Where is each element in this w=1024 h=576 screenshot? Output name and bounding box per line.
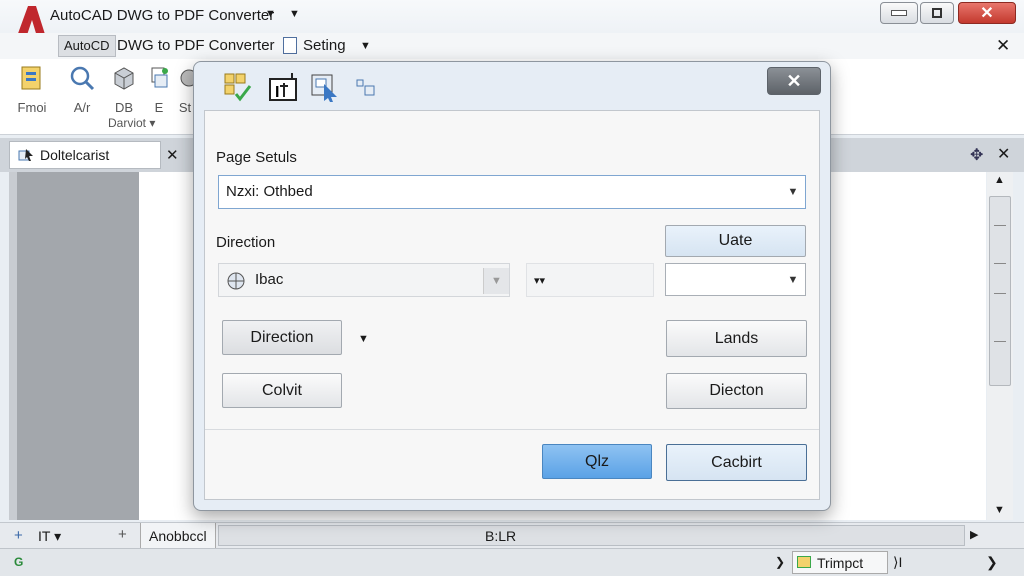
dialog-close-button[interactable]: ✕ — [767, 67, 821, 95]
document-close-icon[interactable]: ✕ — [166, 146, 179, 164]
layout-left-label[interactable]: IT ▾ — [38, 528, 61, 545]
secondary-combo[interactable]: ▾▾ — [526, 263, 654, 297]
ribbon-db-button[interactable]: DB — [106, 65, 142, 115]
scroll-right-icon[interactable]: ▶ — [970, 528, 978, 541]
dialog-body: Page Setuls Nzxi: Othbed ▼ Direction Uat… — [204, 110, 820, 500]
small-layout-icon[interactable] — [354, 70, 378, 104]
grip-line — [994, 263, 1006, 264]
minimize-button[interactable] — [880, 2, 918, 24]
ribbon-drawing-label: E — [154, 100, 164, 115]
chevron-down-icon: ▼ — [483, 268, 509, 294]
secondary-combo-value: ▾▾ — [534, 275, 546, 287]
direction-dropdown-icon[interactable]: ▼ — [358, 333, 369, 345]
add-sheet-icon[interactable]: + — [118, 526, 127, 543]
page-setup-dialog: I ✕ Page Setuls Nzxi: Othbed ▼ Direction… — [193, 61, 831, 511]
ribbon-search-button[interactable]: A/r — [64, 65, 100, 115]
uate-button[interactable]: Uate — [665, 225, 806, 257]
vertical-scrollbar[interactable]: ▲ ▼ — [987, 172, 1013, 520]
maximize-icon — [932, 8, 942, 18]
page-setup-value: Nzxi: Othbed — [226, 183, 313, 200]
cancel-button[interactable]: Cacbirt — [666, 444, 807, 481]
tab-setting-dropdown-icon[interactable]: ▼ — [360, 40, 371, 52]
ribbon-settings-label: St — [178, 100, 192, 115]
status-prev-icon[interactable]: ❯ — [775, 555, 785, 569]
scroll-up-icon[interactable]: ▲ — [994, 174, 1005, 186]
left-panel-edge — [9, 172, 17, 520]
layout-tool-icon[interactable] — [222, 70, 256, 104]
diecton-button[interactable]: Diecton — [666, 373, 807, 409]
status-item-label: Trimpct — [817, 555, 864, 571]
horizontal-scroll-label: B:LR — [485, 528, 517, 544]
status-next-icon[interactable]: ❯ — [986, 554, 998, 571]
quick-access-dropdown-icon[interactable]: ▼ — [265, 8, 276, 20]
add-layout-icon[interactable]: + — [14, 527, 23, 544]
text-frame-icon[interactable]: I — [266, 70, 300, 104]
grip-line — [994, 225, 1006, 226]
status-nav[interactable]: ⟩I — [893, 554, 902, 571]
ribbon-settings-button[interactable]: St — [176, 65, 194, 115]
ribbon-db-label: DB — [114, 100, 134, 115]
chevron-down-icon: ▼ — [787, 186, 799, 198]
ribbon-group-label[interactable]: Darviot ▾ — [108, 116, 155, 130]
status-left-label: G — [14, 555, 24, 569]
layout-bar: + IT ▾ + Anobbccl B:LR ▶ — [0, 522, 1024, 548]
svg-text:I: I — [275, 84, 279, 101]
import-icon — [21, 66, 41, 90]
pin-icon[interactable]: ✥ — [970, 145, 983, 165]
dialog-divider — [205, 429, 819, 430]
scroll-down-icon[interactable]: ▼ — [994, 504, 1005, 516]
page-setup-label: Page Setuls — [216, 149, 297, 166]
page-setup-combo[interactable]: Nzxi: Othbed ▼ — [218, 175, 806, 209]
layout-left-text: IT — [38, 528, 51, 544]
close-button[interactable]: ✕ — [958, 2, 1016, 24]
tab-converter[interactable]: DWG to PDF Converter — [117, 37, 275, 54]
document-tab[interactable]: Doltelcarist — [9, 141, 161, 169]
panel-close-icon[interactable]: ✕ — [997, 144, 1010, 164]
select-tool-icon[interactable] — [308, 70, 342, 104]
maximize-button[interactable] — [920, 2, 954, 24]
ribbon-import-label: Fmoi — [17, 100, 47, 115]
document-cursor-icon — [18, 149, 33, 161]
panel-tab-label: Anobbccl — [149, 528, 207, 544]
scroll-thumb[interactable] — [989, 196, 1011, 386]
page-setting-icon — [283, 37, 297, 54]
grip-line — [994, 341, 1006, 342]
close-tab-icon[interactable]: ✕ — [996, 36, 1010, 56]
horizontal-scrollbar[interactable]: B:LR — [218, 525, 965, 546]
lands-button[interactable]: Lands — [666, 320, 807, 357]
close-icon: ✕ — [786, 70, 802, 91]
close-icon: ✕ — [980, 5, 994, 22]
chevron-down-icon: ▼ — [787, 273, 799, 286]
orientation-combo[interactable]: Ibac ▼ — [218, 263, 510, 297]
status-item-icon — [797, 556, 811, 568]
ribbon-tab-row: AutoCD DWG to PDF Converter Seting ▼ ✕ — [0, 33, 1024, 59]
customize-dropdown-icon[interactable]: ▼ — [289, 8, 300, 20]
size-combo[interactable]: ▼ — [665, 263, 806, 296]
status-bar: G ❯ Trimpct ⟩I ❯ — [0, 548, 1024, 576]
orientation-value: Ibac — [255, 271, 284, 288]
direction-button[interactable]: Direction — [222, 320, 342, 355]
minimize-icon — [891, 10, 907, 16]
cube-icon — [114, 67, 134, 90]
colvit-button[interactable]: Colvit — [222, 373, 342, 408]
crosshair-icon — [227, 272, 245, 290]
ribbon-group-text: Darviot — [108, 116, 147, 130]
left-panel — [9, 172, 139, 520]
status-item[interactable]: Trimpct — [792, 551, 888, 574]
window-title: AutoCAD DWG to PDF Converter — [50, 7, 275, 24]
panel-tab[interactable]: Anobbccl — [140, 523, 216, 548]
grip-line — [994, 293, 1006, 294]
title-bar: AutoCAD DWG to PDF Converter ▼ ▼ ✕ — [0, 0, 1024, 50]
tab-setting[interactable]: Seting — [303, 37, 346, 54]
ribbon-import-button[interactable]: Fmoi — [12, 65, 52, 115]
search-icon — [70, 66, 95, 91]
drawing-icon — [151, 67, 168, 88]
document-tab-label: Doltelcarist — [40, 147, 110, 163]
ribbon-drawing-button[interactable]: E — [144, 65, 174, 115]
direction-label: Direction — [216, 234, 276, 251]
ok-button[interactable]: Qlz — [542, 444, 652, 479]
ribbon-search-label: A/r — [73, 100, 91, 115]
settings-icon — [180, 69, 194, 87]
tab-autocad[interactable]: AutoCD — [58, 35, 116, 57]
